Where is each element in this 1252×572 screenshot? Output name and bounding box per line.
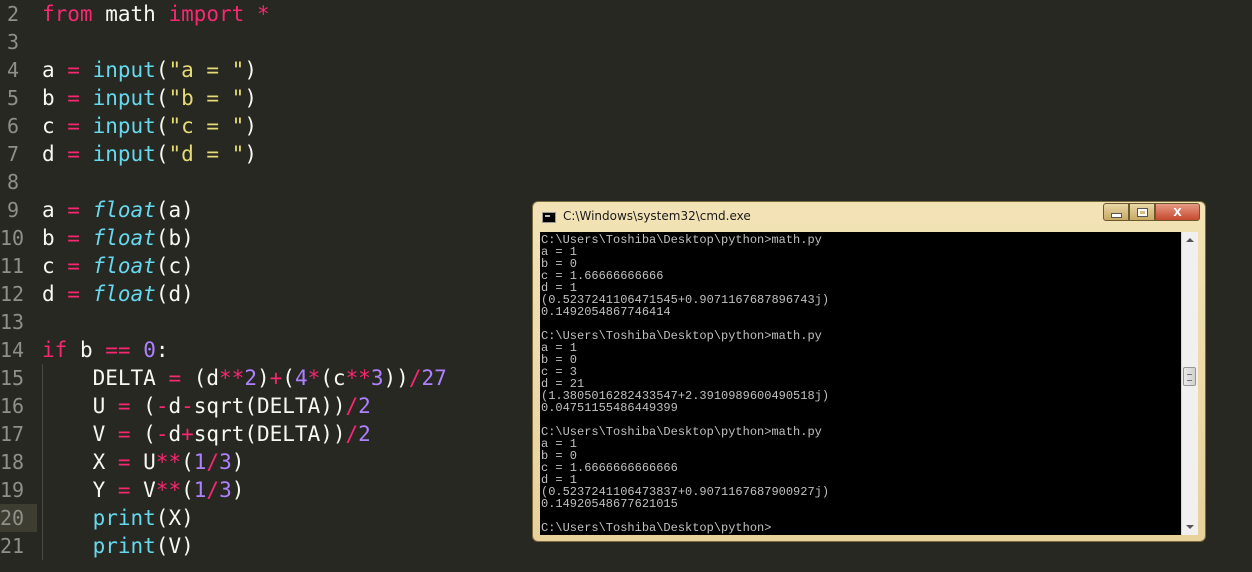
code-line[interactable]: 9 a = float(a): [0, 196, 540, 224]
code-text: Y = V**(1/3): [42, 478, 245, 502]
code-text: a = float(a): [42, 198, 194, 222]
line-number: 16: [0, 394, 25, 418]
code-line[interactable]: 10 b = float(b): [0, 224, 540, 252]
code-text: c = input("c = "): [42, 114, 257, 138]
code-text: a = input("a = "): [42, 58, 257, 82]
code-line[interactable]: 8: [0, 168, 540, 196]
line-number: 3: [6, 30, 19, 54]
vertical-scrollbar[interactable]: [1181, 232, 1198, 535]
line-number: 20: [0, 504, 37, 532]
code-line-current[interactable]: 20 print(X): [0, 504, 540, 532]
code-text: X = U**(1/3): [42, 450, 245, 474]
code-line[interactable]: 2 from math import *: [0, 0, 540, 28]
line-number: 2: [6, 2, 19, 26]
cmd-titlebar[interactable]: C:\Windows\system32\cmd.exe X: [533, 202, 1205, 232]
line-number: 17: [0, 422, 25, 446]
code-line[interactable]: 21 print(V): [0, 532, 540, 560]
window-controls: X: [1103, 203, 1200, 223]
code-line[interactable]: 17 V = (-d+sqrt(DELTA))/2: [0, 420, 540, 448]
maximize-button[interactable]: [1129, 203, 1155, 221]
close-button[interactable]: X: [1155, 203, 1200, 221]
console-output-area[interactable]: C:\Users\Toshiba\Desktop\python>math.py …: [540, 232, 1181, 535]
line-number: 14: [0, 338, 25, 362]
code-line[interactable]: 13: [0, 308, 540, 336]
line-number: 11: [0, 254, 25, 278]
minimize-icon: [1110, 212, 1122, 218]
code-line[interactable]: 3: [0, 28, 540, 56]
code-line[interactable]: 4 a = input("a = "): [0, 56, 540, 84]
code-line[interactable]: 16 U = (-d-sqrt(DELTA))/2: [0, 392, 540, 420]
code-text: U = (-d-sqrt(DELTA))/2: [42, 394, 371, 418]
scroll-thumb[interactable]: [1183, 367, 1196, 386]
line-number: 4: [6, 58, 19, 82]
line-number: 18: [0, 450, 25, 474]
code-text: DELTA = (d**2)+(4*(c**3))/27: [42, 366, 447, 390]
line-number: 10: [0, 226, 25, 250]
line-number: 15: [0, 366, 25, 390]
code-line[interactable]: 6 c = input("c = "): [0, 112, 540, 140]
scroll-up-icon[interactable]: [1186, 238, 1194, 242]
code-text: d = float(d): [42, 282, 194, 306]
line-number: 7: [6, 142, 19, 166]
code-line[interactable]: 11 c = float(c): [0, 252, 540, 280]
code-text: V = (-d+sqrt(DELTA))/2: [42, 422, 371, 446]
code-line[interactable]: 18 X = U**(1/3): [0, 448, 540, 476]
code-text: c = float(c): [42, 254, 194, 278]
code-text: b = float(b): [42, 226, 194, 250]
code-text: print(V): [92, 534, 194, 558]
line-number: 13: [0, 310, 25, 334]
code-text: b = input("b = "): [42, 86, 257, 110]
window-title: C:\Windows\system32\cmd.exe: [563, 209, 751, 223]
line-number: 19: [0, 478, 25, 502]
code-line[interactable]: 14 if b == 0:: [0, 336, 540, 364]
code-text: from math import *: [42, 2, 270, 26]
line-number: 5: [6, 86, 19, 110]
code-line[interactable]: 19 Y = V**(1/3): [0, 476, 540, 504]
code-line[interactable]: 7 d = input("d = "): [0, 140, 540, 168]
code-line[interactable]: 12 d = float(d): [0, 280, 540, 308]
code-text: d = input("d = "): [42, 142, 257, 166]
code-text: print(X): [92, 506, 194, 530]
code-line[interactable]: 15 DELTA = (d**2)+(4*(c**3))/27: [0, 364, 540, 392]
line-number: 12: [0, 282, 25, 306]
code-line[interactable]: 5 b = input("b = "): [0, 84, 540, 112]
line-number: 9: [6, 198, 19, 222]
maximize-icon: [1136, 207, 1148, 217]
scroll-down-icon[interactable]: [1186, 525, 1194, 529]
console-output: C:\Users\Toshiba\Desktop\python>math.py …: [541, 233, 830, 535]
line-number: 21: [0, 534, 25, 558]
line-number: 6: [6, 114, 19, 138]
cmd-window[interactable]: C:\Windows\system32\cmd.exe X C:\Users\T…: [532, 201, 1206, 542]
cmd-icon[interactable]: [542, 212, 556, 223]
minimize-button[interactable]: [1103, 203, 1129, 221]
code-text: if b == 0:: [42, 338, 169, 362]
close-icon: X: [1173, 205, 1182, 219]
line-number: 8: [6, 170, 19, 194]
